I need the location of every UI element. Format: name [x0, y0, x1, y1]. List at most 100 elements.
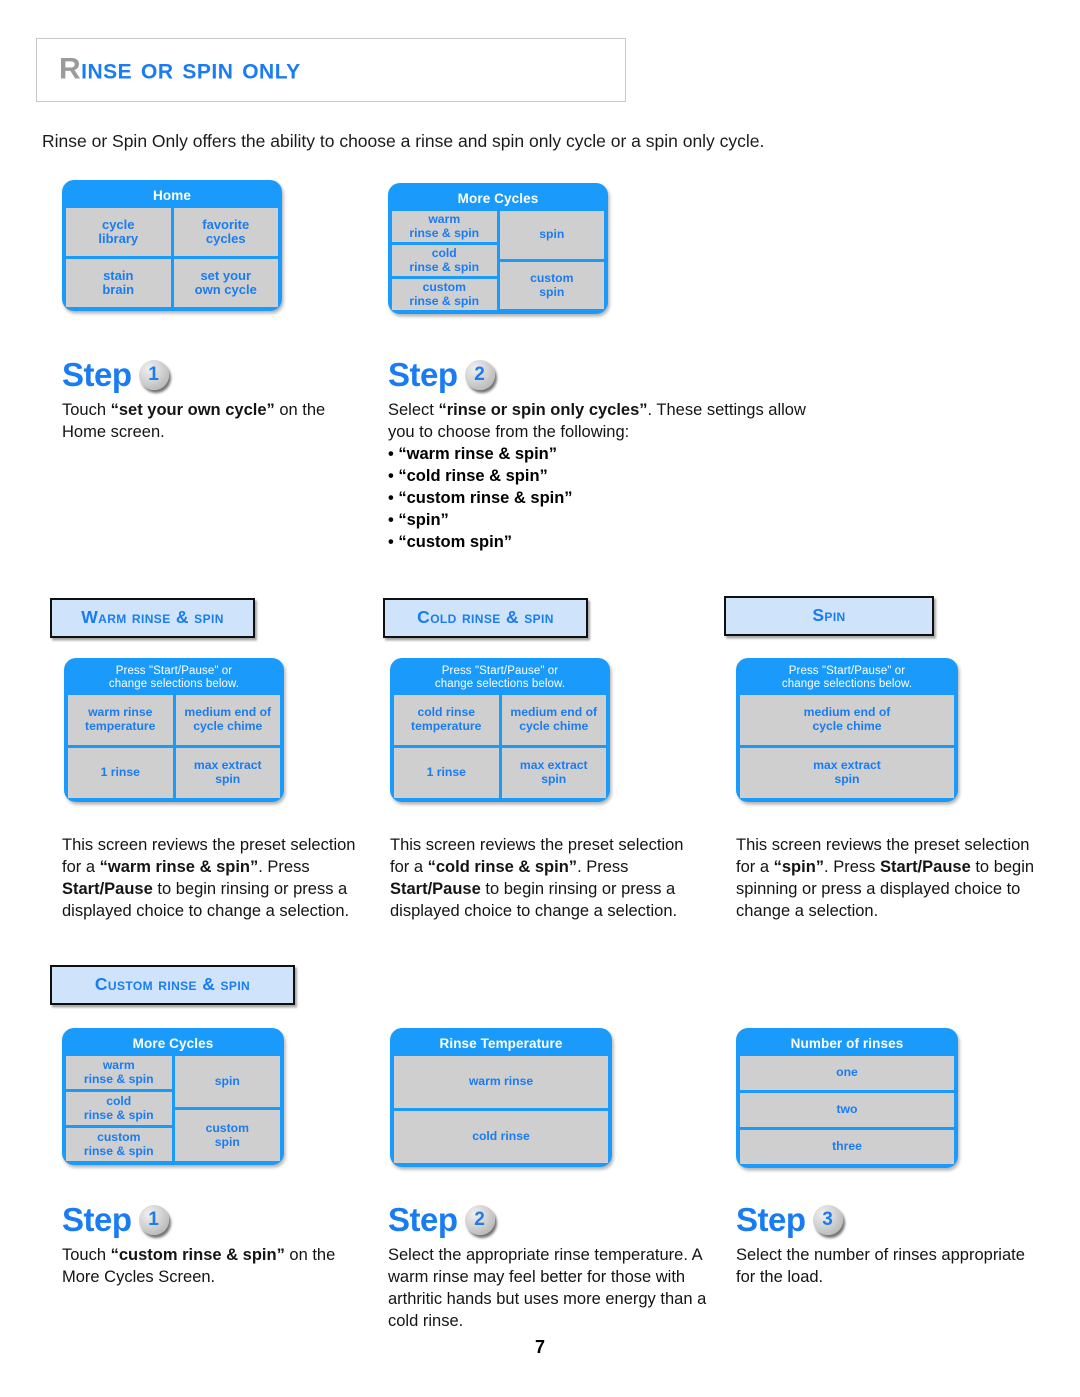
list-item: • “custom rinse & spin”: [388, 488, 573, 507]
screen-cell-cycle-library[interactable]: cycle library: [66, 208, 171, 257]
section-header-custom-rinse-spin: Custom Rinse & Spin: [50, 965, 295, 1005]
section-header-spin: Spin: [724, 596, 934, 636]
screen-cell-custom-spin[interactable]: custom spin: [174, 1110, 280, 1162]
screen-cell-custom-rinse-spin[interactable]: custom rinse & spin: [66, 1128, 172, 1162]
screen-cell-1-rinse[interactable]: 1 rinse: [68, 747, 173, 798]
screen-title: More Cycles: [132, 1036, 214, 1051]
page-number: 7: [534, 1337, 545, 1357]
step-block-bottom-2: Step 2 Select the appropriate rinse temp…: [388, 1203, 708, 1333]
screen-cell-set-your-own-cycle[interactable]: set your own cycle: [173, 259, 278, 308]
lcd-screen: Rinse Temperature warm rinse cold rinse: [390, 1028, 612, 1168]
screen-cell-favorite-cycles[interactable]: favorite cycles: [173, 208, 278, 257]
screen-cell-max-extract-spin[interactable]: max extract spin: [501, 747, 606, 798]
screen-body: one two three: [740, 1056, 954, 1165]
screen-body: warm rinse & spin cold rinse & spin cust…: [392, 211, 604, 311]
section-header-cold-rinse-spin: Cold Rinse & Spin: [383, 598, 588, 638]
screen-cell-cold-rinse-temperature[interactable]: cold rinse temperature: [394, 694, 499, 745]
screen-more-cycles-top: More Cycles warm rinse & spin cold rinse…: [388, 183, 608, 315]
section-header-pill: Custom Rinse & Spin: [50, 965, 295, 1005]
step-text-bold: “custom rinse & spin”: [110, 1246, 285, 1264]
screen-rinse-temperature: Rinse Temperature warm rinse cold rinse: [390, 1028, 612, 1168]
lcd-screen: Number of rinses one two three: [736, 1028, 958, 1169]
step-label: Step: [388, 356, 458, 393]
screen-body: cold rinse temperature 1 rinse medium en…: [394, 694, 606, 798]
screen-cell-cold-rinse[interactable]: cold rinse: [394, 1111, 608, 1164]
screen-cell-custom-rinse-spin[interactable]: custom rinse & spin: [392, 279, 497, 311]
step-block-top-2: Step 2 Select “rinse or spin only cycles…: [388, 358, 808, 554]
lcd-screen: Press "Start/Pause" or change selections…: [736, 658, 958, 802]
screen-cell-one[interactable]: one: [740, 1056, 954, 1091]
step-label: Step: [388, 1201, 458, 1238]
step-heading: Step 2: [388, 1203, 708, 1236]
list-item: • “cold rinse & spin”: [388, 466, 548, 485]
screen-cell-1-rinse[interactable]: 1 rinse: [394, 747, 499, 798]
step-text-before: Touch: [62, 401, 111, 419]
screen-cell-cold-rinse-spin[interactable]: cold rinse & spin: [66, 1092, 172, 1126]
screen-number-of-rinses: Number of rinses one two three: [736, 1028, 958, 1169]
screen-column-left: cold rinse temperature 1 rinse: [394, 694, 499, 798]
screen-column-right: spin custom spin: [174, 1056, 280, 1162]
screen-column-single: medium end of cycle chime max extract sp…: [740, 694, 954, 798]
screen-body: cycle library stain brain favorite cycle…: [66, 208, 278, 308]
description-cold-rinse-spin: This screen reviews the preset selection…: [390, 835, 700, 923]
screen-cell-warm-rinse-spin[interactable]: warm rinse & spin: [66, 1056, 172, 1090]
page-title-box: Rinse or Spin Only: [36, 38, 626, 102]
screen-cell-warm-rinse-spin[interactable]: warm rinse & spin: [392, 211, 497, 243]
section-header-initial: W: [81, 607, 99, 627]
screen-spin: Press "Start/Pause" or change selections…: [736, 658, 958, 802]
screen-column-left: warm rinse temperature 1 rinse: [68, 694, 173, 798]
page-title-initial: R: [59, 52, 82, 86]
screen-cell-cold-rinse-spin[interactable]: cold rinse & spin: [392, 245, 497, 277]
section-header-pill: Cold Rinse & Spin: [383, 598, 588, 638]
screen-cell-max-extract-spin[interactable]: max extract spin: [740, 747, 954, 798]
desc-text: . Press: [258, 857, 310, 876]
screen-cell-max-extract-spin[interactable]: max extract spin: [175, 747, 280, 798]
lcd-screen: More Cycles warm rinse & spin cold rinse…: [62, 1028, 284, 1166]
step-heading: Step 1: [62, 358, 362, 391]
step-label: Step: [62, 1201, 132, 1238]
step-description: Touch “set your own cycle” on the Home s…: [62, 400, 362, 444]
screen-title: Number of rinses: [790, 1036, 904, 1051]
screen-cold-rinse-spin: Press "Start/Pause" or change selections…: [390, 658, 610, 802]
list-item: • “spin”: [388, 510, 449, 529]
lcd-screen: More Cycles warm rinse & spin cold rinse…: [388, 183, 608, 315]
desc-text: . Press: [824, 857, 880, 876]
step-block-bottom-1: Step 1 Touch “custom rinse & spin” on th…: [62, 1203, 362, 1289]
description-spin: This screen reviews the preset selection…: [736, 835, 1051, 923]
screen-cell-medium-end-of-cycle-chime[interactable]: medium end of cycle chime: [501, 694, 606, 745]
screen-cell-two[interactable]: two: [740, 1093, 954, 1128]
screen-title: Home: [153, 188, 191, 203]
section-header-text: pin: [824, 605, 846, 625]
section-header-initial: C: [417, 607, 431, 627]
screen-column-single: warm rinse cold rinse: [394, 1056, 608, 1164]
lcd-screen: Press "Start/Pause" or change selections…: [390, 658, 610, 802]
screen-cell-spin[interactable]: spin: [174, 1056, 280, 1108]
screen-cell-custom-spin[interactable]: custom spin: [499, 262, 604, 310]
screen-cell-spin[interactable]: spin: [499, 211, 604, 260]
step-text-before: Touch: [62, 1246, 111, 1264]
screen-cell-stain-brain[interactable]: stain brain: [66, 259, 171, 308]
section-header-warm-rinse-spin: Warm Rinse & Spin: [50, 598, 255, 638]
step-heading: Step 2: [388, 358, 808, 391]
section-header-text: ustom Rinse & Spin: [107, 974, 251, 994]
screen-warm-rinse-spin: Press "Start/Pause" or change selections…: [64, 658, 284, 802]
screen-title: Rinse Temperature: [439, 1036, 563, 1051]
screen-cell-medium-end-of-cycle-chime[interactable]: medium end of cycle chime: [740, 694, 954, 745]
list-item: • “custom spin”: [388, 532, 513, 551]
section-header-initial: C: [94, 974, 108, 994]
screen-cell-warm-rinse[interactable]: warm rinse: [394, 1056, 608, 1109]
step-text-before: Select: [388, 401, 439, 419]
screen-body: medium end of cycle chime max extract sp…: [740, 694, 954, 798]
screen-column-left: warm rinse & spin cold rinse & spin cust…: [66, 1056, 172, 1162]
screen-cell-three[interactable]: three: [740, 1130, 954, 1165]
step-number-badge: 1: [138, 359, 169, 390]
desc-bold: “cold rinse & spin”: [427, 857, 578, 876]
desc-bold: “spin”: [773, 857, 825, 876]
screen-column-right: favorite cycles set your own cycle: [173, 208, 278, 308]
list-item: • “warm rinse & spin”: [388, 444, 557, 463]
section-header-pill: Spin: [724, 596, 934, 636]
section-header-text: arm Rinse & Spin: [98, 607, 224, 627]
desc-bold: “warm rinse & spin”: [99, 857, 259, 876]
screen-cell-medium-end-of-cycle-chime[interactable]: medium end of cycle chime: [175, 694, 280, 745]
screen-cell-warm-rinse-temperature[interactable]: warm rinse temperature: [68, 694, 173, 745]
